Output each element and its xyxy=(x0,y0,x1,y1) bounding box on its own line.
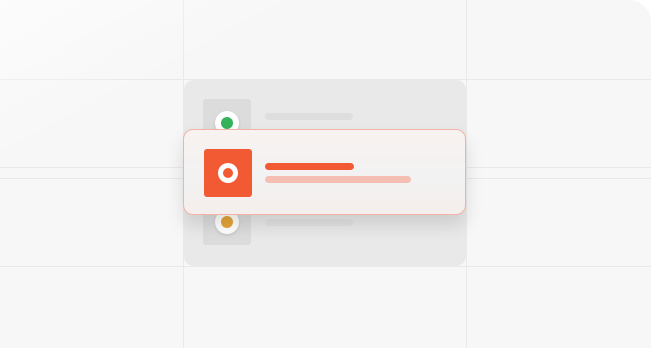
illustration-canvas xyxy=(0,0,651,348)
list-item-bottom-placeholder-bar xyxy=(265,219,353,226)
card-subtitle-placeholder-bar xyxy=(265,176,411,183)
selected-list-item-card[interactable] xyxy=(183,129,466,215)
green-status-dot-icon xyxy=(221,117,233,129)
record-target-icon xyxy=(204,149,252,197)
grid-line xyxy=(0,266,651,267)
list-item-top-placeholder-bar xyxy=(265,113,353,120)
record-core xyxy=(223,168,233,178)
amber-status-dot-icon xyxy=(221,216,233,228)
card-title-placeholder-bar xyxy=(265,163,354,170)
grid-line xyxy=(466,0,467,348)
